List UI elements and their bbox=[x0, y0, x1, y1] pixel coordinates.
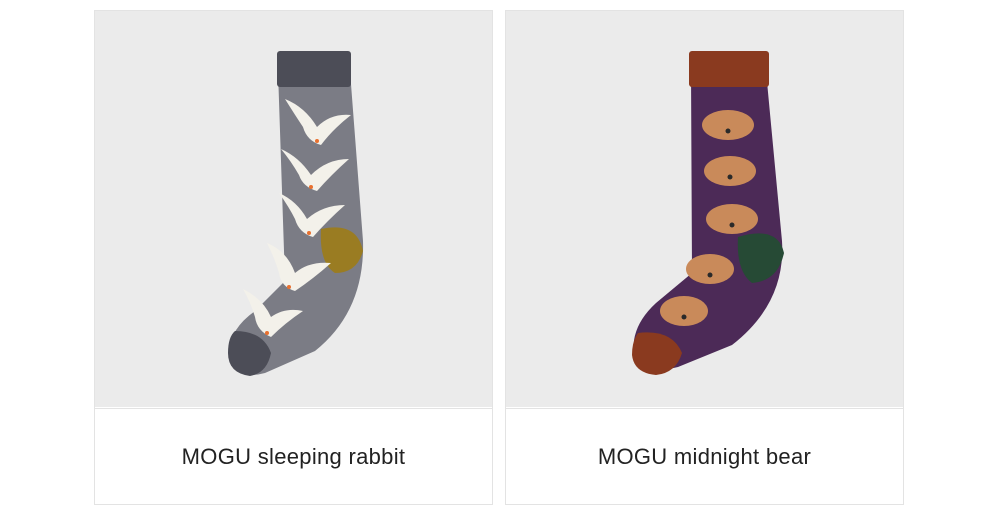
sock-illustration bbox=[228, 51, 364, 376]
product-card[interactable]: MOGU midnight bear bbox=[505, 10, 904, 505]
product-title[interactable]: MOGU midnight bear bbox=[506, 408, 903, 504]
product-card[interactable]: MOGU sleeping rabbit bbox=[94, 10, 493, 505]
product-image[interactable] bbox=[95, 11, 492, 407]
sock-illustration bbox=[632, 51, 784, 375]
product-title[interactable]: MOGU sleeping rabbit bbox=[95, 408, 492, 504]
product-image[interactable] bbox=[506, 11, 903, 407]
